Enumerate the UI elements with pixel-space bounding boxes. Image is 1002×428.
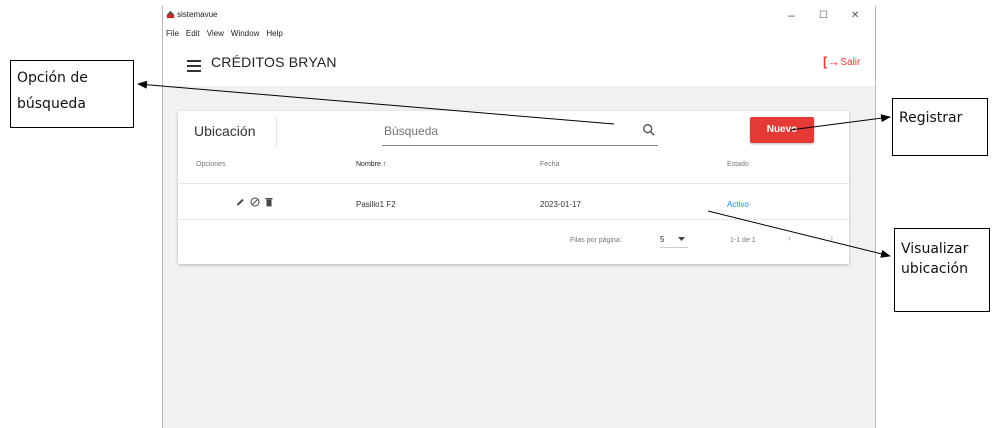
close-button[interactable]: ✕ [851,10,859,21]
hamburger-menu-icon[interactable] [187,60,201,75]
row-actions [236,197,280,209]
callout-view-line1: Visualizar [901,241,969,257]
new-button[interactable]: Nuevo [750,117,814,143]
row-divider [178,219,849,220]
deactivate-block-icon[interactable] [250,197,260,207]
callout-register-text: Registrar [899,110,963,126]
title-bar: sistemavue – ☐ ✕ [163,6,875,26]
row-status[interactable]: Activo [727,200,749,209]
logout-label: Salir [840,57,861,68]
app-bar-title: CRÉDITOS BRYAN [211,54,337,70]
maximize-button[interactable]: ☐ [819,10,828,21]
column-header-date[interactable]: Fecha [540,161,559,168]
menu-file[interactable]: File [166,29,179,38]
minimize-button[interactable]: – [788,8,795,22]
callout-search-line1: Opción de [17,70,88,86]
delete-trash-icon[interactable] [265,197,273,207]
search-field[interactable] [382,121,658,146]
panel-title: Ubicación [194,123,256,139]
header-divider [178,183,849,184]
column-header-options: Opciones [196,161,226,168]
column-header-status[interactable]: Estado [727,161,749,168]
next-page-button[interactable]: › [830,233,833,244]
rows-per-page-label: Filas por página: [570,237,622,244]
column-header-name[interactable]: Nombre ↑ [356,161,386,168]
row-date: 2023-01-17 [540,200,581,209]
title-divider [276,116,277,148]
menu-edit[interactable]: Edit [186,29,200,38]
app-bar: CRÉDITOS BRYAN [→Salir [163,46,875,87]
callout-search-option: Opción de búsqueda [10,60,134,128]
location-panel: Ubicación Nuevo Opciones Nombre ↑ Fecha … [178,111,849,264]
chevron-down-icon [678,237,685,241]
row-name: Pasillo1 F2 [356,200,396,209]
menu-bar: File Edit View Window Help [166,29,290,43]
edit-pencil-icon[interactable] [236,197,245,207]
callout-search-line2: búsqueda [17,96,86,112]
callout-view-location: Visualizar ubicación [894,228,990,312]
menu-view[interactable]: View [207,29,224,38]
rows-per-page-value: 5 [660,235,665,244]
callout-view-line2: ubicación [901,261,968,277]
app-title: sistemavue [177,10,218,19]
pagination-range: 1-1 de 1 [730,237,756,244]
search-input[interactable] [382,123,626,139]
app-window: sistemavue – ☐ ✕ File Edit View Window Help … [162,6,876,428]
menu-window[interactable]: Window [231,29,259,38]
search-icon[interactable] [642,123,656,137]
menu-help[interactable]: Help [266,29,282,38]
prev-page-button[interactable]: ‹ [788,233,791,244]
callout-register: Registrar [892,98,988,156]
app-logo-icon [166,10,175,19]
logout-button[interactable]: [→Salir [823,54,860,69]
logout-icon: [→ [823,54,841,69]
rows-per-page-select[interactable]: 5 [660,233,688,248]
content-area: Ubicación Nuevo Opciones Nombre ↑ Fecha … [163,87,875,428]
